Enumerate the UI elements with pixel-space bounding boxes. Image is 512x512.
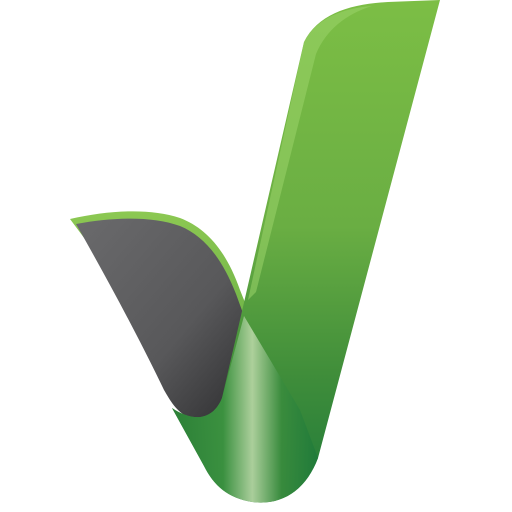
checkmark-icon [70, 0, 440, 503]
icon-canvas [0, 0, 512, 512]
